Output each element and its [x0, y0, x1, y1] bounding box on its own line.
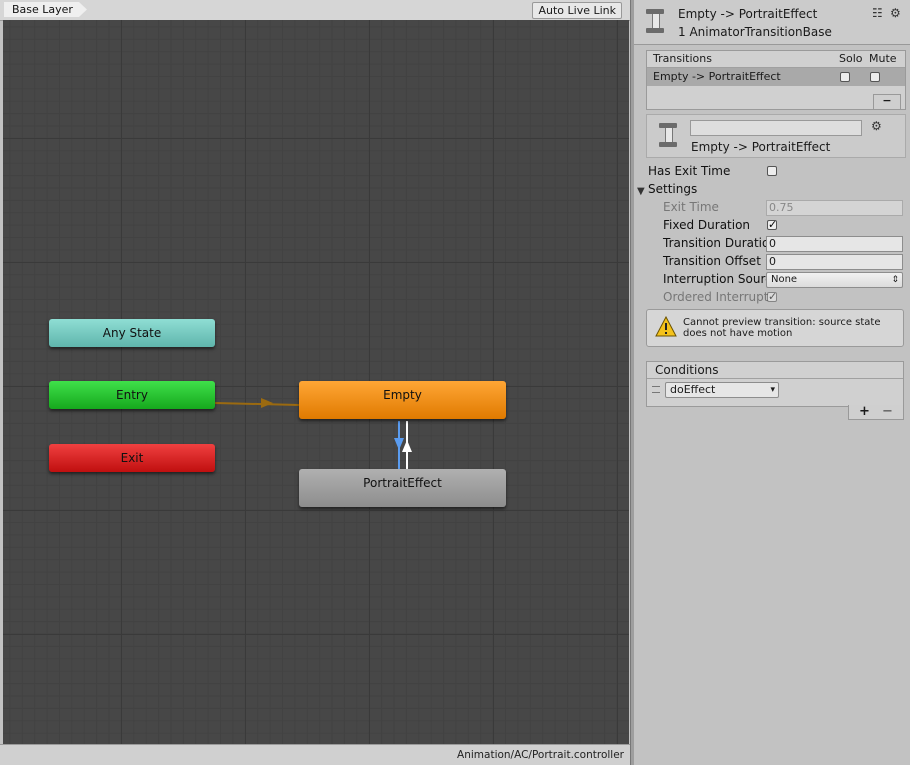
remove-condition-button[interactable]: − — [882, 404, 893, 419]
gear-icon[interactable]: ⚙ — [890, 6, 901, 20]
transition-duration-label: Transition Duratio — [663, 236, 770, 250]
fixed-duration-checkbox[interactable] — [767, 218, 777, 231]
transition-detail-header: ⚙ Empty -> PortraitEffect — [646, 114, 906, 158]
drag-handle-icon[interactable] — [652, 386, 660, 393]
solo-heading: Solo — [839, 52, 863, 65]
condition-parameter-dropdown[interactable]: doEffect ▾ — [665, 382, 779, 398]
transition-row[interactable]: Empty -> PortraitEffect — [647, 68, 905, 86]
interruption-source-label: Interruption Sourc — [663, 272, 772, 286]
transition-duration-field[interactable]: 0 — [766, 236, 903, 252]
has-exit-time-label: Has Exit Time — [648, 164, 731, 178]
has-exit-time-checkbox[interactable] — [767, 166, 777, 176]
warning-icon — [655, 316, 677, 337]
dropdown-arrow-icon: ⇕ — [891, 275, 899, 285]
settings-label[interactable]: Settings — [648, 182, 697, 196]
condition-row[interactable]: doEffect ▾ — [647, 379, 903, 399]
ordered-interruption-label: Ordered Interrupt — [663, 290, 769, 304]
auto-live-link-button[interactable]: Auto Live Link — [532, 2, 622, 19]
transition-offset-label: Transition Offset — [663, 254, 761, 268]
state-entry[interactable]: Entry — [49, 381, 215, 409]
fixed-duration-label: Fixed Duration — [663, 218, 751, 232]
inspector-title: Empty -> PortraitEffect — [678, 7, 818, 21]
entry-to-empty-transition[interactable] — [214, 402, 300, 406]
breadcrumb-base-layer[interactable]: Base Layer — [4, 2, 87, 17]
layout-icon[interactable]: ☷ — [872, 6, 883, 20]
inspector-header: Empty -> PortraitEffect 1 AnimatorTransi… — [634, 0, 910, 45]
empty-to-portrait-arrowhead — [394, 438, 404, 450]
remove-transition-button[interactable]: − — [873, 94, 901, 110]
animator-graph-panel: Base Layer Auto Live Link Any State Entr… — [0, 0, 630, 765]
graph-canvas[interactable]: Any State Entry Exit Empty PortraitEffec… — [3, 20, 629, 745]
conditions-footer: + − — [848, 404, 904, 420]
transition-name-input[interactable] — [690, 120, 862, 136]
conditions-list: Conditions doEffect ▾ — [646, 361, 904, 407]
portrait-to-empty-arrowhead — [402, 440, 412, 452]
transitions-heading: Transitions — [653, 52, 712, 65]
transitions-list: Transitions Solo Mute Empty -> PortraitE… — [646, 50, 906, 110]
transitions-list-header: Transitions Solo Mute — [647, 51, 905, 68]
transition-row-label: Empty -> PortraitEffect — [653, 70, 781, 83]
exit-time-field: 0.75 — [766, 200, 903, 216]
interruption-source-dropdown[interactable]: None ⇕ — [766, 272, 903, 288]
gear-icon[interactable]: ⚙ — [871, 119, 882, 133]
state-portrait-effect[interactable]: PortraitEffect — [299, 469, 506, 507]
condition-parameter-value: doEffect — [670, 383, 716, 396]
inspector-subtitle: 1 AnimatorTransitionBase — [678, 25, 832, 39]
transition-icon — [646, 9, 664, 33]
transition-title: Empty -> PortraitEffect — [691, 140, 831, 154]
dropdown-arrow-icon: ▾ — [770, 385, 775, 395]
entry-to-empty-arrowhead — [261, 398, 273, 408]
state-exit[interactable]: Exit — [49, 444, 215, 472]
warning-text-line2: does not have motion — [683, 328, 793, 339]
transition-offset-field[interactable]: 0 — [766, 254, 903, 270]
warning-text-line1: Cannot preview transition: source state — [683, 317, 881, 328]
preview-warning-box: Cannot preview transition: source state … — [646, 309, 904, 347]
ordered-interruption-checkbox — [767, 290, 777, 303]
mute-checkbox[interactable] — [870, 72, 880, 82]
state-empty[interactable]: Empty — [299, 381, 506, 419]
add-condition-button[interactable]: + — [859, 404, 870, 419]
conditions-header: Conditions — [647, 362, 903, 379]
solo-checkbox[interactable] — [840, 72, 850, 82]
exit-time-label: Exit Time — [663, 200, 719, 214]
transition-icon — [659, 123, 677, 147]
graph-toolbar: Base Layer Auto Live Link — [0, 0, 630, 21]
conditions-heading: Conditions — [655, 363, 719, 377]
controller-path: Animation/AC/Portrait.controller — [457, 749, 624, 761]
mute-heading: Mute — [869, 52, 897, 65]
interruption-source-value: None — [771, 274, 798, 285]
inspector-panel: Empty -> PortraitEffect 1 AnimatorTransi… — [634, 0, 910, 765]
state-any-state[interactable]: Any State — [49, 319, 215, 347]
settings-foldout-arrow-icon[interactable]: ▼ — [637, 186, 645, 197]
graph-status-bar: Animation/AC/Portrait.controller — [0, 744, 630, 765]
